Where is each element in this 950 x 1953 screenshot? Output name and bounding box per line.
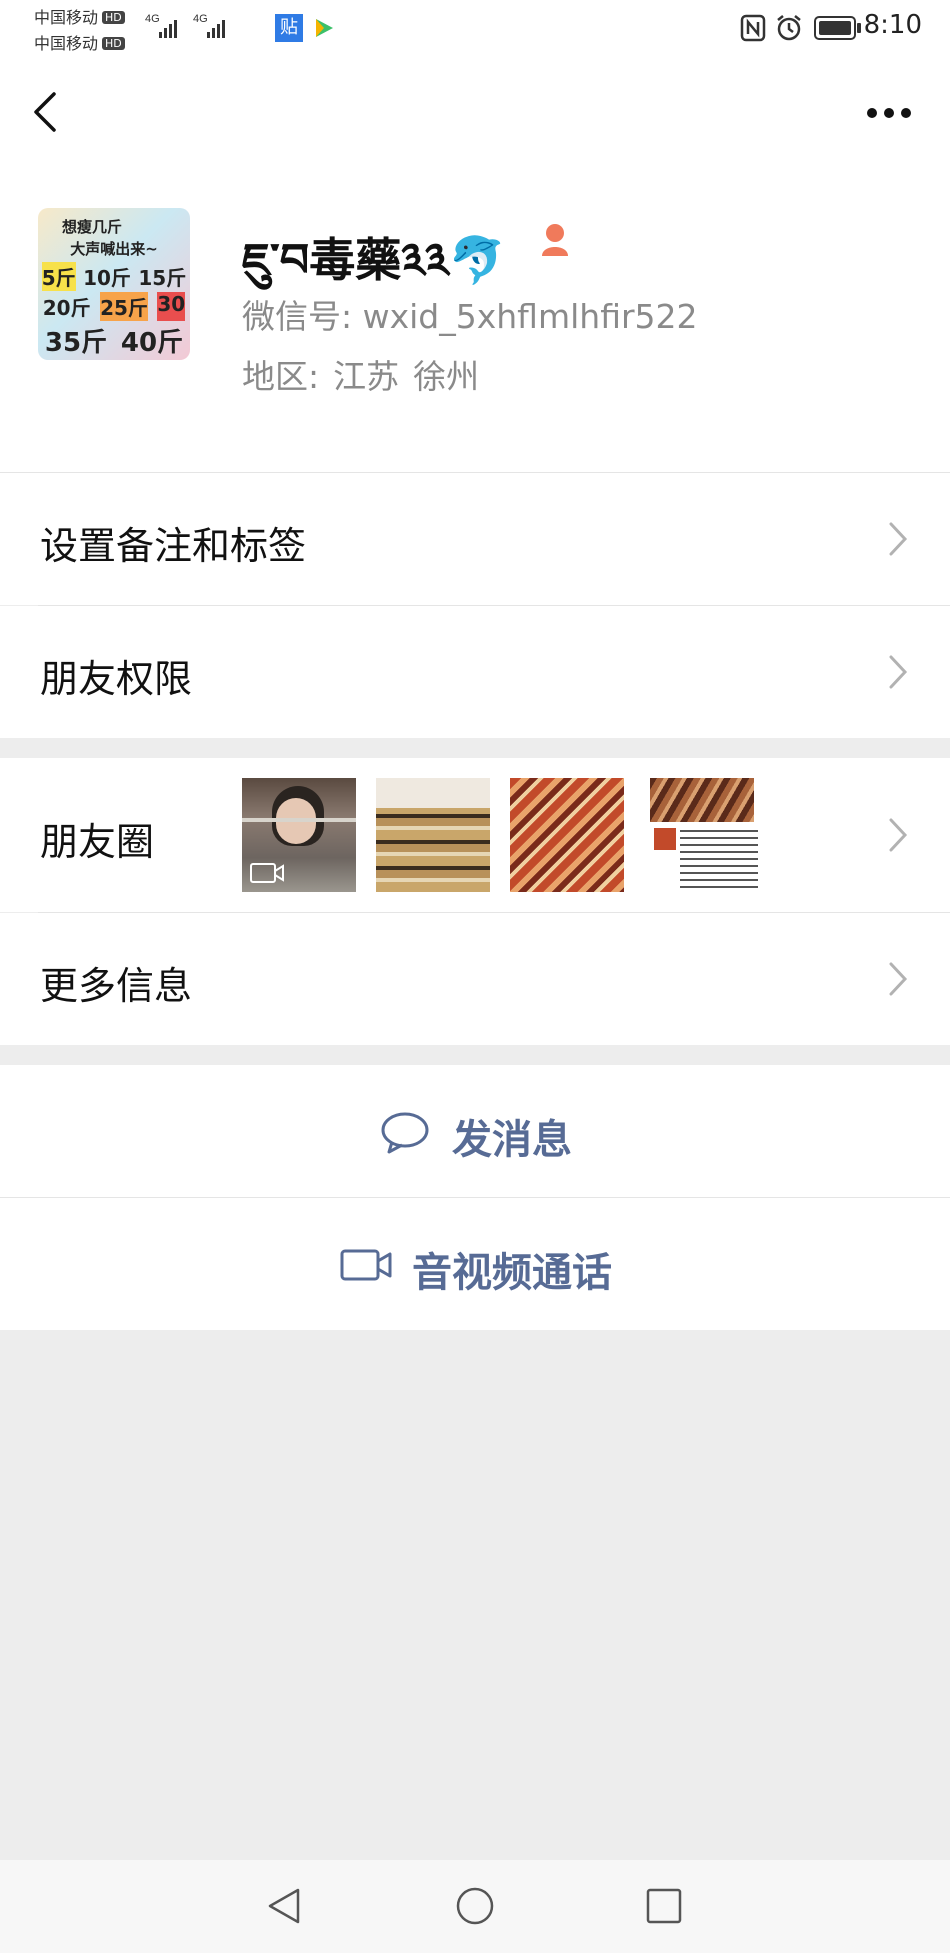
region-province: 江苏 [333, 357, 400, 396]
nav-home-icon[interactable] [455, 1886, 495, 1930]
video-app-icon [312, 16, 336, 44]
more-info-label: 更多信息 [40, 964, 193, 1008]
region-city: 徐州 [413, 357, 480, 396]
region: 地区: 江苏 徐州 [242, 350, 493, 398]
moments-thumbnail-video[interactable] [242, 778, 356, 892]
nav-back-icon[interactable] [264, 1886, 304, 1930]
alarm-icon [775, 14, 803, 46]
chat-bubble-icon [380, 1111, 430, 1159]
friend-permissions-row[interactable]: 朋友权限 [0, 606, 950, 738]
wechat-id: 微信号: wxid_5xhflmlhfir522 [242, 297, 698, 336]
friend-permissions-label: 朋友权限 [40, 657, 193, 701]
carrier-label-2: 中国移动 HD [34, 30, 125, 54]
svg-text:4G: 4G [145, 13, 160, 25]
avatar[interactable]: 想瘦几斤 大声喊出来~ 5斤 10斤 15斤 20斤 25斤 30 35斤 40斤 [38, 208, 190, 360]
avatar-text-line3: 5斤 10斤 15斤 [38, 262, 190, 291]
signal-icon: 4G 4G [145, 10, 299, 48]
tieba-app-icon: 贴 [275, 14, 303, 42]
chevron-right-icon [888, 521, 908, 561]
moments-thumbnail[interactable] [510, 778, 624, 892]
set-remark-label: 设置备注和标签 [40, 524, 307, 568]
back-icon[interactable] [30, 90, 62, 138]
nav-recents-icon[interactable] [645, 1887, 683, 1929]
more-icon[interactable] [866, 104, 912, 123]
svg-text:4G: 4G [193, 13, 208, 25]
av-call-button[interactable]: 音视频通话 [0, 1198, 950, 1330]
nav-bar [0, 58, 950, 178]
chevron-right-icon [888, 654, 908, 694]
thumbnail-stamp [654, 828, 676, 850]
send-message-label: 发消息 [452, 1117, 572, 1163]
moments-thumbnail-text[interactable] [650, 778, 764, 892]
moments-thumbnail[interactable] [376, 778, 490, 892]
send-message-button[interactable]: 发消息 [0, 1065, 950, 1197]
avatar-text-line2: 大声喊出来~ [70, 240, 158, 258]
thumbnail-photo [650, 778, 754, 822]
carrier-label-1: 中国移动 HD [34, 4, 125, 28]
video-call-icon [340, 1248, 392, 1286]
chevron-right-icon [888, 817, 908, 857]
status-time: 8:10 [863, 10, 922, 40]
nfc-icon [740, 14, 766, 46]
avatar-text-line1: 想瘦几斤 [62, 218, 123, 236]
avatar-text-line4: 20斤 25斤 30 [42, 292, 186, 321]
video-icon [250, 862, 284, 888]
av-call-label: 音视频通话 [412, 1250, 612, 1296]
thumbnail-rail [242, 818, 356, 822]
avatar-text-line5: 35斤 40斤 [44, 328, 184, 358]
thumbnail-wall [376, 778, 490, 808]
set-remark-row[interactable]: 设置备注和标签 [0, 473, 950, 605]
moments-label: 朋友圈 [40, 820, 155, 864]
region-label: 地区: [242, 357, 320, 396]
status-bar: 中国移动 HD 中国移动 HD 4G 4G 贴 8:10 [0, 0, 950, 58]
battery-icon [814, 16, 862, 44]
chevron-right-icon [888, 961, 908, 1001]
more-info-row[interactable]: 更多信息 [0, 913, 950, 1045]
thumbnail-text-lines [680, 830, 758, 890]
female-icon [540, 222, 570, 260]
